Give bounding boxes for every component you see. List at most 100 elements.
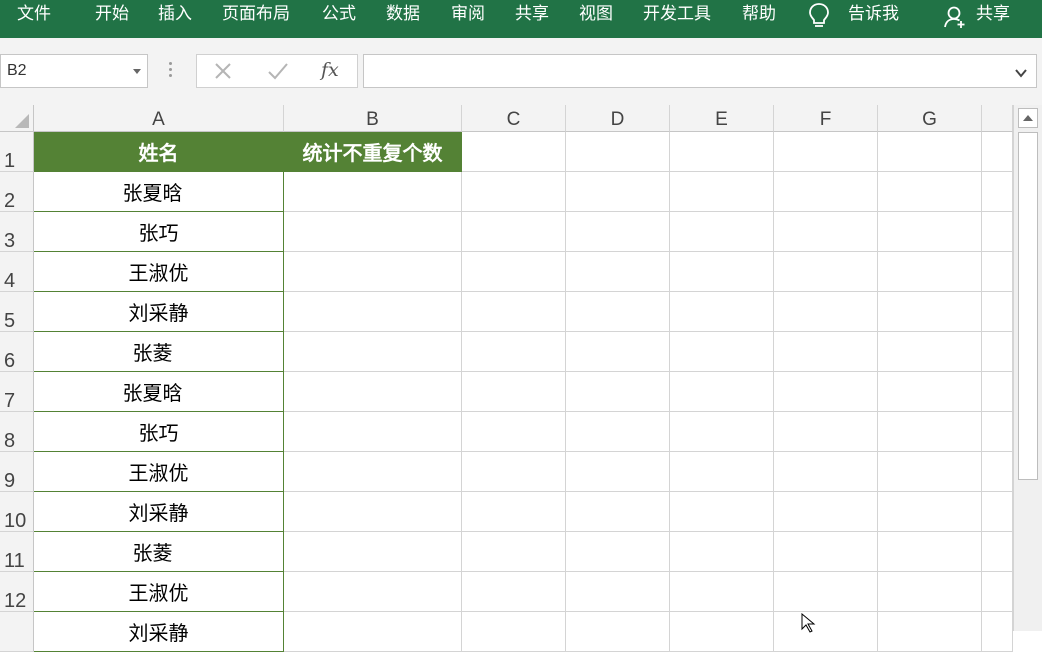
tell-me-search[interactable]: 告诉我 [848, 3, 899, 25]
grid-cell[interactable] [878, 492, 982, 532]
grid-cell[interactable] [982, 252, 1013, 292]
name-cell[interactable]: 王淑优 [34, 252, 284, 292]
grid-cell[interactable] [566, 212, 670, 252]
grid-cell[interactable] [774, 612, 878, 652]
grid-cell[interactable] [566, 372, 670, 412]
column-header-d[interactable]: D [566, 105, 670, 132]
worksheet-grid[interactable]: ABCDEFG 1 姓名 统计不重复个数 2 张夏晗 3 张巧 4 王淑优 5 刘采静 6 张菱 7 张夏晗… [0, 105, 1042, 652]
grid-cell[interactable] [284, 532, 462, 572]
row-header[interactable]: 9 [0, 452, 34, 492]
grid-cell[interactable] [462, 612, 566, 652]
grid-cell[interactable] [462, 252, 566, 292]
grid-cell[interactable] [774, 412, 878, 452]
scroll-up-button[interactable] [1018, 108, 1038, 128]
grid-cell[interactable] [878, 412, 982, 452]
row-header[interactable]: 1 [0, 132, 34, 172]
grid-cell[interactable] [284, 572, 462, 612]
grid-cell[interactable] [982, 372, 1013, 412]
grid-cell[interactable] [462, 572, 566, 612]
row-header[interactable]: 2 [0, 172, 34, 212]
grid-cell[interactable] [774, 532, 878, 572]
tab-help[interactable]: 帮助 [742, 3, 776, 25]
grid-cell[interactable] [878, 612, 982, 652]
grid-cell[interactable] [670, 212, 774, 252]
name-cell[interactable]: 刘采静 [34, 612, 284, 652]
grid-cell[interactable] [982, 332, 1013, 372]
grid-cell[interactable] [566, 492, 670, 532]
grid-cell[interactable] [284, 252, 462, 292]
grid-cell[interactable] [462, 292, 566, 332]
grid-cell[interactable] [774, 372, 878, 412]
grid-cell[interactable] [982, 492, 1013, 532]
grid-cell[interactable] [462, 412, 566, 452]
row-header[interactable]: 6 [0, 332, 34, 372]
column-header-b[interactable]: B [284, 105, 462, 132]
row-header[interactable] [0, 612, 34, 652]
grid-cell[interactable] [878, 372, 982, 412]
grid-cell[interactable] [462, 332, 566, 372]
grid-cell[interactable] [774, 332, 878, 372]
row-header[interactable]: 7 [0, 372, 34, 412]
grid-cell[interactable] [982, 212, 1013, 252]
grid-cell[interactable] [670, 372, 774, 412]
grid-cell[interactable] [982, 572, 1013, 612]
column-header-g[interactable]: G [878, 105, 982, 132]
grid-cell[interactable] [284, 492, 462, 532]
grid-cell[interactable] [566, 332, 670, 372]
grid-cell[interactable] [774, 572, 878, 612]
select-all-button[interactable] [0, 105, 34, 132]
grid-cell[interactable] [878, 572, 982, 612]
drag-handle-icon[interactable] [169, 62, 173, 80]
grid-cell[interactable] [982, 172, 1013, 212]
tab-page-layout[interactable]: 页面布局 [222, 3, 290, 25]
row-header[interactable]: 3 [0, 212, 34, 252]
grid-cell[interactable] [982, 452, 1013, 492]
name-cell[interactable]: 王淑优 [34, 572, 284, 612]
row-header[interactable]: 4 [0, 252, 34, 292]
grid-cell[interactable] [566, 572, 670, 612]
grid-cell[interactable] [774, 492, 878, 532]
grid-cell[interactable] [462, 172, 566, 212]
chevron-down-icon[interactable] [133, 69, 141, 74]
name-cell[interactable]: 刘采静 [34, 292, 284, 332]
scroll-thumb[interactable] [1018, 132, 1038, 480]
tab-developer[interactable]: 开发工具 [643, 3, 711, 25]
grid-cell[interactable] [462, 452, 566, 492]
grid-cell[interactable] [566, 412, 670, 452]
grid-cell[interactable] [284, 292, 462, 332]
grid-cell[interactable] [982, 532, 1013, 572]
grid-cell[interactable] [774, 132, 878, 172]
grid-cell[interactable] [878, 292, 982, 332]
column-header-c[interactable]: C [462, 105, 566, 132]
grid-cell[interactable] [670, 332, 774, 372]
tab-insert[interactable]: 插入 [158, 3, 192, 25]
grid-cell[interactable] [462, 132, 566, 172]
grid-cell[interactable] [566, 252, 670, 292]
grid-cell[interactable] [462, 492, 566, 532]
row-header[interactable]: 11 [0, 532, 34, 572]
share-button[interactable]: 共享 [976, 3, 1010, 25]
tab-share[interactable]: 共享 [515, 3, 549, 25]
grid-cell[interactable] [670, 132, 774, 172]
grid-cell[interactable] [670, 452, 774, 492]
grid-cell[interactable] [878, 452, 982, 492]
column-header-a[interactable]: A [34, 105, 284, 132]
grid-cell[interactable] [566, 452, 670, 492]
cancel-icon[interactable] [213, 61, 233, 85]
grid-cell[interactable] [878, 172, 982, 212]
grid-cell[interactable] [774, 212, 878, 252]
grid-cell[interactable] [670, 172, 774, 212]
name-cell[interactable]: 张夏晗 [34, 372, 284, 412]
chevron-down-icon[interactable] [1014, 64, 1028, 83]
grid-cell[interactable] [774, 172, 878, 212]
insert-function-button[interactable]: fx [321, 59, 339, 81]
vertical-scrollbar[interactable] [1013, 105, 1042, 631]
grid-cell[interactable] [670, 252, 774, 292]
grid-cell[interactable] [670, 292, 774, 332]
grid-cell[interactable] [566, 132, 670, 172]
grid-cell[interactable] [284, 172, 462, 212]
grid-cell[interactable] [284, 212, 462, 252]
tab-file[interactable]: 文件 [17, 3, 51, 25]
grid-cell[interactable] [670, 572, 774, 612]
column-header-f[interactable]: F [774, 105, 878, 132]
